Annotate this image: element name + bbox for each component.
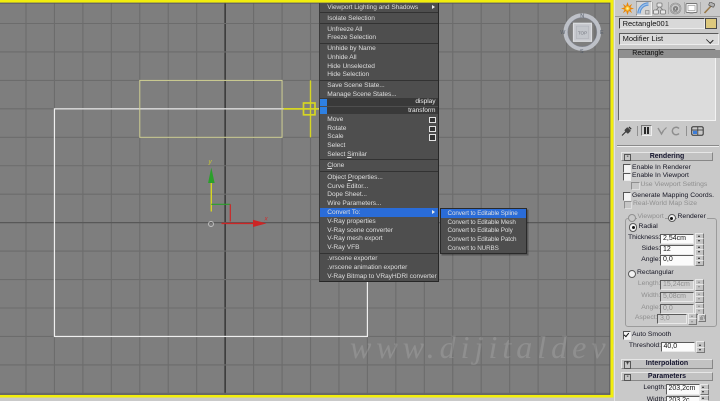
svg-text:E: E bbox=[600, 30, 604, 36]
svg-text:S: S bbox=[580, 49, 584, 55]
svg-text:TOP: TOP bbox=[578, 31, 587, 36]
svg-text:N: N bbox=[580, 14, 584, 20]
svg-text:W: W bbox=[560, 30, 566, 36]
svg-text:@: @ bbox=[673, 6, 679, 12]
